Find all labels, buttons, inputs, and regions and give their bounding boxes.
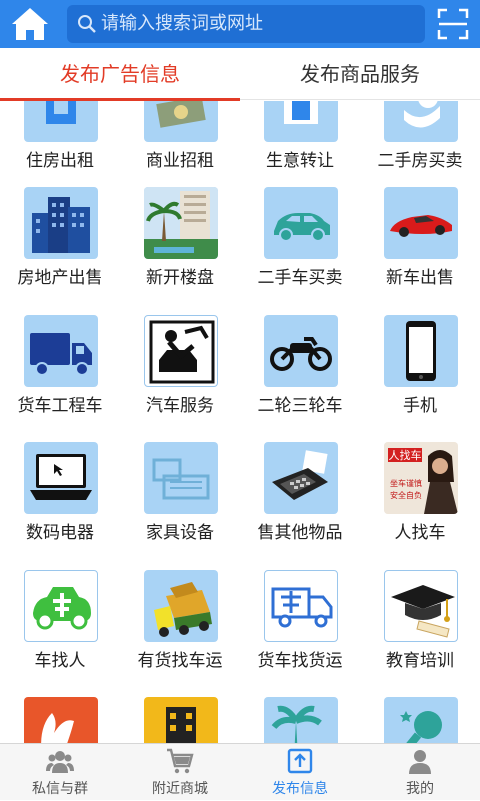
carpool-car-icon [33,587,91,630]
category-business-transfer[interactable]: 生意转让 [240,101,360,198]
category-new-car[interactable]: 新车出售 [360,187,480,315]
mobile-phone-icon [406,321,436,381]
category-house-rent[interactable]: 住房出租 [0,101,120,198]
nav-label: 发布信息 [272,781,328,797]
category-furniture[interactable]: 家具设备 [120,442,240,570]
category-label: 二手车买卖 [257,268,343,288]
image-text-line1: 坐车谨慎 [390,478,422,488]
car-repair-icon [149,320,215,384]
car-icon [274,213,330,242]
loaded-truck-icon [154,582,212,637]
nav-messages-groups[interactable]: 私信与群 [0,744,120,801]
category-label: 有货找车运 [137,651,223,671]
category-grid: 住房出租 商业招租 生意转让 二手房买卖 房地产出售 新开楼盘 二手车买卖 新车… [0,101,480,743]
nav-label: 附近商城 [152,781,208,797]
category-truck[interactable]: 货车工程车 [0,315,120,443]
category-sell-other[interactable]: 售其他物品 [240,442,360,570]
nav-nearby-mall[interactable]: 附近商城 [120,744,240,801]
category-label: 房地产出售 [17,268,103,288]
category-label: 家具设备 [146,523,214,543]
laptop-icon [30,454,92,500]
category-truck-seeks-cargo[interactable]: 货车找货运 [240,570,360,698]
category-entertainment[interactable] [360,697,480,743]
hands-icon [41,713,74,743]
category-label: 教育培训 [386,651,454,671]
new-estate-photo-icon [144,187,218,259]
category-label: 手机 [403,396,437,416]
home-icon[interactable] [8,4,52,44]
category-travel[interactable] [240,697,360,743]
category-label: 二轮三轮车 [257,396,343,416]
publish-upload-icon [287,748,313,774]
truck-icon [30,333,92,376]
category-label: 生意转让 [266,151,334,171]
category-commercial-rent[interactable]: 商业招租 [120,101,240,198]
search-icon [78,15,96,33]
category-second-hand-house[interactable]: 二手房买卖 [360,101,480,198]
category-label: 商业招租 [146,151,214,171]
person-seeks-car-icon: 人找车 坐车谨慎 安全自负 [384,442,458,514]
graduation-cap-icon [391,585,455,638]
category-label: 货车找货运 [257,651,343,671]
red-sports-car-icon [390,215,452,237]
house-rent-icon [46,101,76,124]
furniture-icon [152,458,210,500]
category-label: 新车出售 [386,268,454,288]
money-icon [156,101,206,128]
category-label: 人找车 [394,523,446,543]
tab-publish-goods[interactable]: 发布商品服务 [240,48,480,100]
category-person-seeks-car[interactable]: 人找车 坐车谨慎 安全自负 人找车 [360,442,480,570]
nav-publish-info[interactable]: 发布信息 [240,744,360,801]
motorcycle-icon [270,337,332,371]
category-label: 汽车服务 [146,396,214,416]
category-new-estate[interactable]: 新开楼盘 [120,187,240,315]
shop-transfer-icon [284,101,318,124]
category-label: 新开楼盘 [146,268,214,288]
category-mobile-phone[interactable]: 手机 [360,315,480,443]
category-label: 二手房买卖 [377,151,463,171]
category-car-seeks-person[interactable]: 车找人 [0,570,120,698]
category-car-service[interactable]: 汽车服务 [120,315,240,443]
nav-label: 私信与群 [32,781,88,797]
category-hotel[interactable] [120,697,240,743]
hotel-icon [166,707,196,743]
hand-house-icon [404,101,440,128]
category-used-car[interactable]: 二手车买卖 [240,187,360,315]
nav-mine[interactable]: 我的 [360,744,480,801]
group-chat-icon [46,751,74,773]
category-digital-appliance[interactable]: 数码电器 [0,442,120,570]
category-real-estate-sale[interactable]: 房地产出售 [0,187,120,315]
category-label: 车找人 [34,651,86,671]
category-hands[interactable] [0,697,120,743]
category-label: 住房出租 [26,151,94,171]
category-education[interactable]: 教育培训 [360,570,480,698]
buildings-icon [32,197,90,253]
category-motorcycle[interactable]: 二轮三轮车 [240,315,360,443]
user-profile-icon [409,750,431,774]
category-label: 售其他物品 [257,523,343,543]
search-input[interactable]: 请输入搜索词或网址 [67,5,425,43]
image-text-title: 人找车 [389,448,422,462]
top-bar: 请输入搜索词或网址 [0,0,480,48]
palm-tree-icon [271,705,322,743]
microphone-icon [400,711,442,743]
scan-qr-icon[interactable] [437,8,469,40]
category-cargo-seeks-truck[interactable]: 有货找车运 [120,570,240,698]
carpool-truck-icon [271,587,333,628]
shopping-cart-icon [167,748,194,774]
bottom-nav: 私信与群 附近商城 发布信息 我的 [0,743,480,800]
category-label: 货车工程车 [17,396,103,416]
tab-publish-ads[interactable]: 发布广告信息 [0,48,240,101]
search-placeholder: 请输入搜索词或网址 [101,13,263,34]
tab-bar: 发布广告信息 发布商品服务 [0,48,480,101]
nav-label: 我的 [406,781,434,797]
pos-terminal-icon [272,450,328,500]
image-text-line2: 安全自负 [390,490,422,500]
category-label: 数码电器 [26,523,94,543]
